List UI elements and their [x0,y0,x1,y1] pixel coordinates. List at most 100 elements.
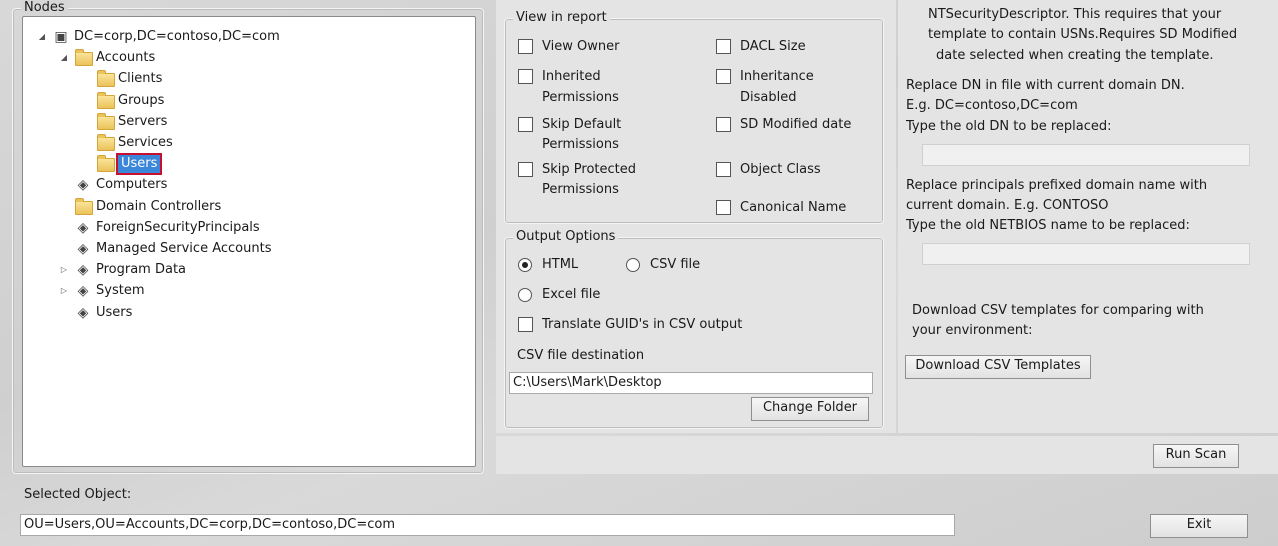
old-dn-input[interactable] [922,144,1250,166]
csv-destination-input[interactable]: C:\Users\Mark\Desktop [509,372,873,394]
tree-item-label: Users [115,153,163,176]
sd-modified-date-label: SD Modified date [740,117,852,132]
container-icon: ◈ [77,241,89,257]
skip-protected-label-2: Permissions [542,182,619,197]
tree-item-label: ForeignSecurityPrincipals [96,219,260,235]
view-owner-label: View Owner [542,39,620,54]
output-options-legend: Output Options [513,229,619,245]
inherited-permissions-label-2: Permissions [542,90,619,105]
run-scan-button[interactable]: Run Scan [1153,444,1239,468]
tree-item[interactable]: ◢ Accounts [23,48,463,68]
container-icon: ◈ [77,219,89,236]
inherited-permissions-label: Inherited [542,69,601,84]
tree-item[interactable]: ◈ Managed Service Accounts [23,239,463,259]
tree-item-label: Accounts [96,50,156,66]
tree-item[interactable]: ▷ ◈ Program Data [23,260,463,280]
download-text-line-2: your environment: [912,323,1033,338]
skip-default-checkbox[interactable] [518,117,533,132]
inherited-permissions-checkbox[interactable] [518,69,533,84]
csv-file-radio[interactable] [626,258,640,272]
nodes-legend: Nodes [21,0,68,16]
inheritance-disabled-label: Inheritance [740,69,814,84]
dacl-size-checkbox[interactable] [716,39,731,54]
dacl-size-label: DACL Size [740,39,806,54]
replace-dn-line-1: Replace DN in file with current domain D… [906,78,1185,93]
tree-item-label: Groups [118,92,165,108]
inheritance-disabled-checkbox[interactable] [716,69,731,84]
expanded-arrow-icon[interactable]: ◢ [59,48,69,68]
tree-item-label: Services [118,135,173,150]
tree-item-label: Program Data [96,262,187,278]
description-line-3: date selected when creating the template… [936,48,1214,63]
folder-icon [97,112,115,130]
collapsed-arrow-icon[interactable]: ▷ [59,281,69,301]
collapsed-arrow-icon[interactable]: ▷ [59,260,69,280]
html-radio[interactable] [518,258,532,272]
translate-guid-label: Translate GUID's in CSV output [542,317,743,332]
selected-object-label: Selected Object: [24,487,132,502]
folder-icon [97,91,115,109]
tree-item[interactable]: Users [23,153,463,176]
folder-icon [97,134,115,151]
tree-item-label: Managed Service Accounts [96,241,272,256]
tree-item-label: DC=corp,DC=contoso,DC=com [74,29,280,44]
tree-item-label: Servers [118,113,168,129]
skip-protected-checkbox[interactable] [518,162,533,177]
canonical-name-checkbox[interactable] [716,200,731,215]
object-class-checkbox[interactable] [716,162,731,177]
container-icon: ◈ [77,304,89,321]
tree-item[interactable]: Servers [23,112,463,132]
view-owner-checkbox[interactable] [518,39,533,54]
replace-principals-line-1: Replace principals prefixed domain name … [906,178,1208,193]
old-dn-label: Type the old DN to be replaced: [906,119,1112,134]
tree-item[interactable]: Groups [23,91,463,111]
download-text-line-1: Download CSV templates for comparing wit… [912,303,1204,318]
skip-protected-label: Skip Protected [542,162,636,177]
excel-file-radio-label: Excel file [542,287,601,302]
sd-modified-date-checkbox[interactable] [716,117,731,132]
tree-item-label: Users [96,304,133,320]
description-line-1: NTSecurityDescriptor. This requires that… [928,7,1222,22]
canonical-name-label: Canonical Name [740,200,847,215]
exit-button[interactable]: Exit [1150,514,1248,538]
nodes-tree[interactable]: ◢ ▣ DC=corp,DC=contoso,DC=com ◢ Accounts Clie… [22,16,476,467]
tree-item[interactable]: ◈ Users [23,303,463,323]
folder-icon [97,155,115,173]
object-class-label: Object Class [740,162,821,177]
csv-file-radio-label: CSV file [650,257,701,272]
skip-default-label: Skip Default [542,117,622,132]
container-icon: ◈ [77,262,89,279]
replace-principals-line-2: current domain. E.g. CONTOSO [906,198,1109,213]
inheritance-disabled-label-2: Disabled [740,90,797,105]
expanded-arrow-icon[interactable]: ◢ [37,27,47,47]
html-radio-label: HTML [542,257,579,272]
tree-item[interactable]: ◈ Computers [23,175,463,195]
translate-guid-checkbox[interactable] [518,317,533,332]
download-csv-templates-button[interactable]: Download CSV Templates [905,355,1091,379]
folder-icon [75,49,93,67]
tree-item[interactable]: ◈ ForeignSecurityPrincipals [23,218,463,238]
csv-destination-label: CSV file destination [517,348,645,363]
view-in-report-legend: View in report [513,10,610,26]
replace-dn-line-2: E.g. DC=contoso,DC=com [906,98,1078,113]
container-icon: ◈ [77,177,89,194]
tree-item-label: Domain Controllers [96,198,222,214]
tree-item-label: System [96,283,145,299]
skip-default-label-2: Permissions [542,137,619,152]
tree-item[interactable]: Clients [23,69,463,89]
tree-item[interactable]: ▷ ◈ System [23,281,463,301]
tree-item-label: Clients [118,71,163,87]
folder-icon [75,197,93,215]
old-netbios-label: Type the old NETBIOS name to be replaced… [906,218,1190,233]
excel-file-radio[interactable] [518,288,532,302]
tree-item[interactable]: Services [23,133,463,153]
description-line-2: template to contain USNs.Requires SD Mod… [928,27,1238,42]
tree-item[interactable]: Domain Controllers [23,197,463,217]
change-folder-button[interactable]: Change Folder [751,397,869,421]
folder-icon [97,70,115,88]
tree-item[interactable]: ◢ ▣ DC=corp,DC=contoso,DC=com [23,27,463,47]
old-netbios-input[interactable] [922,243,1250,265]
selected-object-input[interactable]: OU=Users,OU=Accounts,DC=corp,DC=contoso,… [20,514,955,536]
tree-item-label: Computers [96,177,168,193]
container-icon: ◈ [77,283,89,300]
